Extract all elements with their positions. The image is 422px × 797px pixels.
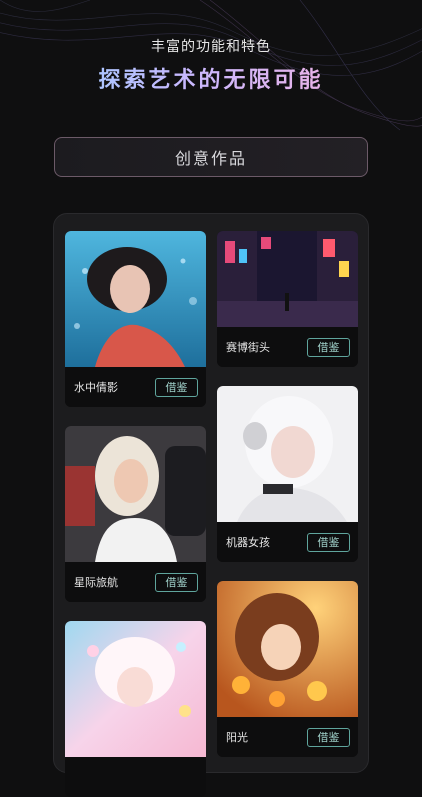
work-card[interactable]: 水中倩影 借鉴 xyxy=(65,231,206,407)
work-title: 水中倩影 xyxy=(74,381,118,394)
card-footer: 赛博街头 借鉴 xyxy=(217,327,358,367)
card-footer: 阳光 借鉴 xyxy=(217,717,358,757)
reference-button[interactable]: 借鉴 xyxy=(307,532,350,552)
reference-button[interactable]: 借鉴 xyxy=(307,727,350,747)
subtitle: 丰富的功能和特色 xyxy=(151,39,271,55)
works-panel: 水中倩影 借鉴 赛博街头 借鉴 星际旅航 借鉴 机器女孩 借鉴 阳光 借鉴 xyxy=(53,213,369,797)
card-footer: 星际旅航 借鉴 xyxy=(65,562,206,602)
work-card[interactable]: 赛博街头 借鉴 xyxy=(217,231,358,367)
work-card[interactable]: 机器女孩 借鉴 xyxy=(217,386,358,562)
work-card[interactable] xyxy=(65,621,206,797)
reference-button[interactable]: 借鉴 xyxy=(307,337,350,357)
tab-creative-works[interactable]: 创意作品 xyxy=(54,137,368,177)
work-card[interactable]: 星际旅航 借鉴 xyxy=(65,426,206,602)
work-title: 阳光 xyxy=(226,731,248,744)
card-footer: 水中倩影 借鉴 xyxy=(65,367,206,407)
reference-button[interactable]: 借鉴 xyxy=(155,377,198,397)
work-title: 机器女孩 xyxy=(226,536,270,549)
work-card[interactable]: 阳光 借鉴 xyxy=(217,581,358,757)
robot-girl-image xyxy=(217,386,358,522)
card-footer: 机器女孩 借鉴 xyxy=(217,522,358,562)
sunshine-girl-image xyxy=(217,581,358,717)
work-title: 星际旅航 xyxy=(74,576,118,589)
underwater-girl-image xyxy=(65,231,206,367)
cyber-street-image xyxy=(217,231,358,327)
headline: 探索艺术的无限可能 xyxy=(0,62,422,94)
work-title: 赛博街头 xyxy=(226,341,270,354)
astronaut-girl-image xyxy=(65,426,206,562)
fantasy-fairy-image xyxy=(65,621,206,757)
reference-button[interactable]: 借鉴 xyxy=(155,572,198,592)
